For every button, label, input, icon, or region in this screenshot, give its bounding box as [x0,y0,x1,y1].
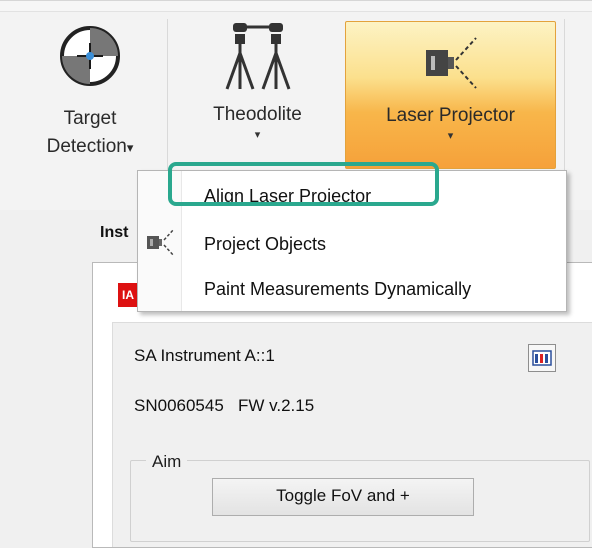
target-detection-label-line1: Target [63,108,117,129]
laser-projector-icon [426,37,477,89]
laser-projector-label: Laser Projector [386,105,515,126]
menu-item-paint-measurements-dynamically[interactable]: Paint Measurements Dynamically [204,279,471,300]
serial-firmware-info: SN0060545 FW v.2.15 [134,396,315,415]
highlight-annotation [168,162,439,206]
theodolite-label: Theodolite [213,104,302,125]
instrument-logo: IA [118,283,138,307]
target-detection-label-line2-wrap: Detection▾ [20,133,160,162]
target-detection-label-line2: Detection [46,136,127,157]
laser-projector-icon [147,228,175,257]
ribbon-separator [564,19,565,194]
theodolite-button[interactable]: Theodolite ▾ [185,21,330,141]
ribbon-top-edge [0,1,592,12]
target-crosshair-icon [60,26,120,86]
menu-item-project-objects[interactable]: Project Objects [204,234,326,255]
chevron-down-icon: ▾ [126,140,134,155]
grid-icon [532,350,552,366]
instrument-tab-label[interactable]: Inst [100,224,128,242]
laser-projector-label-wrap: Laser Projector ▾ [346,102,555,142]
target-detection-button[interactable]: Target Detection▾ [20,21,160,162]
laser-projector-button[interactable]: Laser Projector ▾ [345,21,556,169]
toggle-fov-button[interactable]: Toggle FoV and + [212,478,474,516]
chevron-down-icon: ▾ [254,129,261,141]
theodolite-icon [225,23,290,90]
instrument-controls-icon[interactable] [528,344,556,372]
chevron-down-icon: ▾ [447,130,454,142]
instrument-name: SA Instrument A::1 [134,346,275,365]
aim-group-label: Aim [146,452,188,472]
